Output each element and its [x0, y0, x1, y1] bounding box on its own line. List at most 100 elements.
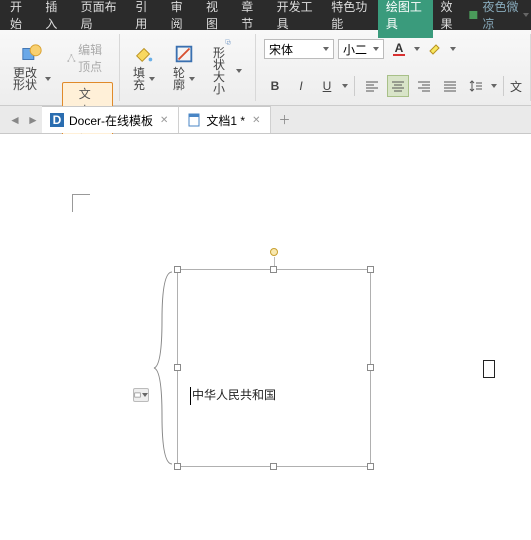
- font-color-button[interactable]: A: [388, 38, 410, 60]
- align-right-button[interactable]: [413, 75, 435, 97]
- chevron-down-icon: [373, 47, 379, 51]
- chevron-down-icon: [323, 47, 329, 51]
- resize-handle-e[interactable]: [367, 364, 374, 371]
- tab-label: Docer-在线模板: [69, 112, 153, 129]
- ribbon-group-font: 宋体 小二 A B I U: [256, 34, 531, 101]
- highlight-icon: [427, 41, 443, 57]
- chevron-down-icon: [236, 69, 242, 73]
- font-size-select[interactable]: 小二: [338, 39, 384, 59]
- scroll-indicator: [483, 360, 495, 378]
- font-family-value: 宋体: [269, 41, 293, 58]
- menu-developer[interactable]: 开发工具: [269, 0, 324, 38]
- menu-review[interactable]: 审阅: [163, 0, 198, 38]
- chevron-down-icon: [142, 393, 148, 397]
- chevron-down-icon[interactable]: [342, 84, 348, 88]
- outline-button[interactable]: 轮廓: [166, 34, 202, 100]
- change-shape-button[interactable]: 更改形状: [6, 34, 58, 100]
- menu-start[interactable]: 开始: [2, 0, 37, 38]
- resize-handle-se[interactable]: [367, 463, 374, 470]
- outline-label: 轮廓: [173, 67, 187, 91]
- highlight-button[interactable]: [424, 38, 446, 60]
- shapesize-icon: [217, 39, 239, 45]
- menu-references[interactable]: 引用: [127, 0, 162, 38]
- ribbon-group-style: 填充 轮廓 形状大小: [120, 34, 256, 101]
- user-icon: [468, 8, 479, 22]
- fill-label: 填充: [133, 67, 147, 91]
- edit-vertex-label: 编辑顶点: [78, 41, 108, 75]
- separator: [503, 76, 504, 96]
- resize-handle-w[interactable]: [174, 364, 181, 371]
- menu-bar: 开始 插入 页面布局 引用 审阅 视图 章节 开发工具 特色功能 绘图工具 效果…: [0, 0, 531, 30]
- align-center-icon: [391, 79, 405, 93]
- font-family-select[interactable]: 宋体: [264, 39, 334, 59]
- resize-handle-sw[interactable]: [174, 463, 181, 470]
- shape-size-button[interactable]: 形状大小: [206, 34, 249, 100]
- tab-document1[interactable]: 文档1 * ✕: [179, 106, 271, 133]
- menu-sections[interactable]: 章节: [233, 0, 268, 38]
- resize-handle-ne[interactable]: [367, 266, 374, 273]
- chevron-down-icon: [523, 13, 529, 17]
- svg-text:D: D: [53, 113, 62, 127]
- chevron-down-icon: [45, 77, 51, 81]
- brace-decoration: [152, 270, 174, 466]
- italic-label: I: [299, 79, 302, 93]
- align-center-button[interactable]: [387, 75, 409, 97]
- chevron-down-icon[interactable]: [450, 47, 456, 51]
- chevron-down-icon[interactable]: [414, 47, 420, 51]
- document-tabbar: ◄ ► D Docer-在线模板 ✕ 文档1 * ✕ ＋: [0, 106, 531, 134]
- layout-options-icon[interactable]: [133, 388, 149, 402]
- bold-label: B: [271, 79, 280, 93]
- line-spacing-icon: [469, 79, 483, 93]
- close-icon[interactable]: ✕: [158, 115, 170, 126]
- edit-vertex-icon: [67, 51, 76, 65]
- add-tab-button[interactable]: ＋: [271, 106, 297, 133]
- chevron-down-icon: [189, 77, 195, 81]
- shape-size-label: 形状大小: [213, 47, 234, 95]
- svg-text:A: A: [395, 41, 404, 55]
- ribbon-group-shape: 更改形状 编辑顶点 A 文本框: [0, 34, 120, 101]
- align-left-button[interactable]: [361, 75, 383, 97]
- fill-icon: [133, 43, 155, 65]
- fill-button[interactable]: 填充: [126, 34, 162, 100]
- tab-scroll-left[interactable]: ◄: [6, 106, 24, 133]
- user-area[interactable]: 夜色微凉: [468, 0, 529, 32]
- user-name: 夜色微凉: [483, 0, 520, 32]
- change-shape-label: 更改形状: [13, 67, 43, 91]
- text-content: 中华人民共和国: [192, 388, 276, 402]
- align-justify-icon: [443, 79, 457, 93]
- align-justify-button[interactable]: [439, 75, 461, 97]
- font-color-icon: A: [391, 41, 407, 57]
- resize-handle-s[interactable]: [270, 463, 277, 470]
- line-spacing-button[interactable]: [465, 75, 487, 97]
- page-corner-mark: [72, 194, 90, 212]
- italic-button[interactable]: I: [290, 75, 312, 97]
- menu-view[interactable]: 视图: [198, 0, 233, 38]
- menu-effects[interactable]: 效果: [433, 0, 468, 38]
- menu-pagelayout[interactable]: 页面布局: [73, 0, 128, 38]
- align-right-icon: [417, 79, 431, 93]
- text-direction-label[interactable]: 文: [510, 78, 522, 95]
- edit-vertex-button: 编辑顶点: [62, 38, 113, 78]
- underline-label: U: [323, 79, 332, 93]
- tab-scroll-right[interactable]: ►: [24, 106, 42, 133]
- rotate-handle[interactable]: [270, 248, 278, 256]
- resize-handle-nw[interactable]: [174, 266, 181, 273]
- close-icon[interactable]: ✕: [250, 115, 262, 126]
- text-cursor: [190, 387, 191, 405]
- font-size-value: 小二: [343, 41, 367, 58]
- menu-drawingtools[interactable]: 绘图工具: [378, 0, 433, 38]
- shapes-icon: [21, 43, 43, 65]
- underline-button[interactable]: U: [316, 75, 338, 97]
- tab-docer-template[interactable]: D Docer-在线模板 ✕: [42, 106, 179, 133]
- align-left-icon: [365, 79, 379, 93]
- chevron-down-icon: [149, 77, 155, 81]
- menu-insert[interactable]: 插入: [37, 0, 72, 38]
- resize-handle-n[interactable]: [270, 266, 277, 273]
- outline-icon: [173, 43, 195, 65]
- chevron-down-icon[interactable]: [491, 84, 497, 88]
- text-box[interactable]: 中华人民共和国: [177, 269, 371, 467]
- menu-special[interactable]: 特色功能: [323, 0, 378, 38]
- text-box-content[interactable]: 中华人民共和国: [178, 270, 370, 405]
- bold-button[interactable]: B: [264, 75, 286, 97]
- document-canvas[interactable]: 中华人民共和国: [0, 134, 531, 540]
